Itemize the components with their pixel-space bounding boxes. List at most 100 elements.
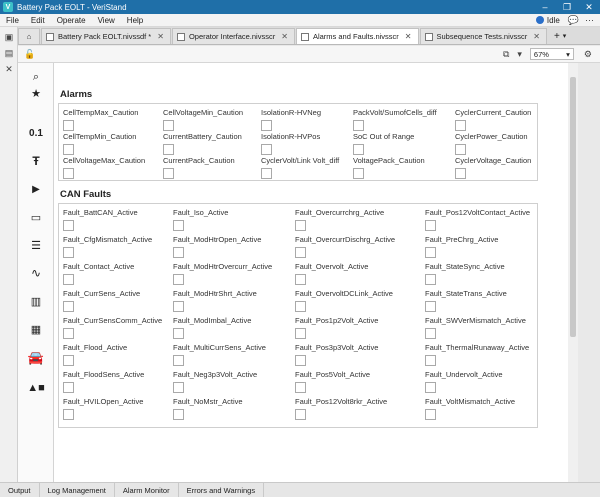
can-fault-checkbox[interactable] [63,328,74,339]
scroll-thumb[interactable] [570,77,576,337]
can-fault-checkbox[interactable] [425,247,436,258]
close-icon[interactable]: ✕ [281,32,288,41]
can-fault-checkbox[interactable] [173,274,184,285]
menu-operate[interactable]: Operate [51,16,92,25]
layout-icon[interactable]: ⧉ [503,49,509,60]
tab-output[interactable]: Output [0,482,40,497]
favorites-star-icon[interactable]: ★ [18,85,54,101]
indicator-box-icon[interactable]: ▭ [18,207,54,227]
alarm-checkbox[interactable] [261,120,272,131]
graph-line-icon[interactable]: ∿ [18,263,54,283]
table-control-icon[interactable]: ▥ [18,291,54,311]
menu-help[interactable]: Help [121,16,149,25]
close-icon[interactable]: ✕ [405,32,412,41]
alarm-checkbox[interactable] [455,168,466,179]
tab-alarm-monitor[interactable]: Alarm Monitor [115,482,179,497]
unlock-icon[interactable]: 🔓 [24,49,35,60]
can-fault-checkbox[interactable] [295,355,306,366]
search-icon[interactable]: ⌕ [18,69,54,85]
can-fault-checkbox[interactable] [295,328,306,339]
can-fault-checkbox[interactable] [63,382,74,393]
close-icon[interactable]: ✕ [533,32,540,41]
vertical-scrollbar[interactable] [568,63,578,482]
can-fault-checkbox[interactable] [63,355,74,366]
alarm-label: CellTempMax_Caution [63,108,139,117]
menu-view[interactable]: View [92,16,121,25]
can-fault-checkbox[interactable] [295,409,306,420]
can-fault-label: Fault_NoMstr_Active [173,397,243,406]
can-fault-item: Fault_Pos12VoltContact_Active [425,208,530,231]
tools-icon[interactable]: ✕ [0,63,18,75]
vehicle-icon[interactable]: 🚘 [18,347,54,369]
alarm-checkbox[interactable] [261,144,272,155]
can-fault-checkbox[interactable] [173,301,184,312]
can-fault-checkbox[interactable] [173,409,184,420]
home-tab[interactable]: ⌂ [18,28,40,44]
tab-log-management[interactable]: Log Management [40,482,115,497]
can-fault-checkbox[interactable] [63,409,74,420]
can-fault-checkbox[interactable] [425,382,436,393]
tab-alarms-and-faults[interactable]: Alarms and Faults.nivsscr ✕ [295,28,419,44]
alarm-checkbox[interactable] [455,144,466,155]
shapes-icon[interactable]: ▲■ [18,377,54,399]
temperature-control-icon[interactable]: Ŧ [18,151,54,171]
tab-operator-interface[interactable]: Operator Interface.nivsscr ✕ [171,28,295,44]
add-tab-button[interactable]: + ▾ [548,28,572,44]
menu-edit[interactable]: Edit [25,16,51,25]
can-fault-checkbox[interactable] [173,247,184,258]
menu-file[interactable]: File [0,16,25,25]
run-play-icon[interactable]: ▶ [18,179,54,199]
alarm-checkbox[interactable] [63,168,74,179]
can-fault-label: Fault_Contact_Active [63,262,135,271]
minimize-button[interactable]: – [534,2,556,12]
numeric-control-icon[interactable]: 0.1 [18,123,54,143]
close-button[interactable]: ✕ [578,2,600,13]
can-fault-checkbox[interactable] [425,355,436,366]
can-fault-checkbox[interactable] [63,220,74,231]
alarm-checkbox[interactable] [163,120,174,131]
alarm-checkbox[interactable] [353,120,364,131]
alarm-checkbox[interactable] [261,168,272,179]
can-fault-checkbox[interactable] [425,328,436,339]
can-fault-checkbox[interactable] [425,301,436,312]
zoom-value: 67% [533,49,549,59]
can-fault-checkbox[interactable] [173,382,184,393]
can-fault-checkbox[interactable] [295,220,306,231]
alarm-checkbox[interactable] [163,144,174,155]
save-icon[interactable]: ▣ [0,31,18,43]
zoom-select[interactable]: 67% ▾ [529,48,574,60]
alarm-checkbox[interactable] [353,144,364,155]
can-fault-checkbox[interactable] [63,274,74,285]
alarm-checkbox[interactable] [163,168,174,179]
can-fault-checkbox[interactable] [295,301,306,312]
can-fault-checkbox[interactable] [173,328,184,339]
can-fault-checkbox[interactable] [295,247,306,258]
can-fault-checkbox[interactable] [295,382,306,393]
settings-gear-icon[interactable]: ⚙ [584,49,592,60]
film-strip-icon[interactable]: ▦ [18,319,54,339]
can-fault-checkbox[interactable] [425,220,436,231]
tab-battery-pack-sdf[interactable]: Battery Pack EOLT.nivssdf * ✕ [41,28,171,44]
close-icon[interactable]: ✕ [157,32,164,41]
tab-errors-and-warnings[interactable]: Errors and Warnings [179,482,265,497]
can-fault-checkbox[interactable] [173,220,184,231]
alarm-checkbox[interactable] [63,144,74,155]
can-fault-item: Fault_StateTrans_Active [425,289,507,312]
alarm-checkbox[interactable] [353,168,364,179]
can-fault-checkbox[interactable] [63,247,74,258]
options-icon[interactable]: ⋯ [585,15,594,26]
can-fault-checkbox[interactable] [295,274,306,285]
maximize-button[interactable]: ❐ [556,2,578,13]
chevron-down-icon[interactable]: ▾ [517,49,522,60]
document-icon[interactable]: ▤ [0,47,18,59]
can-fault-checkbox[interactable] [425,409,436,420]
alarm-checkbox[interactable] [455,120,466,131]
can-fault-checkbox[interactable] [425,274,436,285]
can-fault-checkbox[interactable] [63,301,74,312]
tab-subsequence-tests[interactable]: Subsequence Tests.nivsscr ✕ [419,28,547,44]
can-fault-checkbox[interactable] [173,355,184,366]
can-fault-label: Fault_PreChrg_Active [425,235,499,244]
alarm-checkbox[interactable] [63,120,74,131]
list-control-icon[interactable]: ☰ [18,235,54,255]
chat-icon[interactable]: 💬 [568,15,579,26]
